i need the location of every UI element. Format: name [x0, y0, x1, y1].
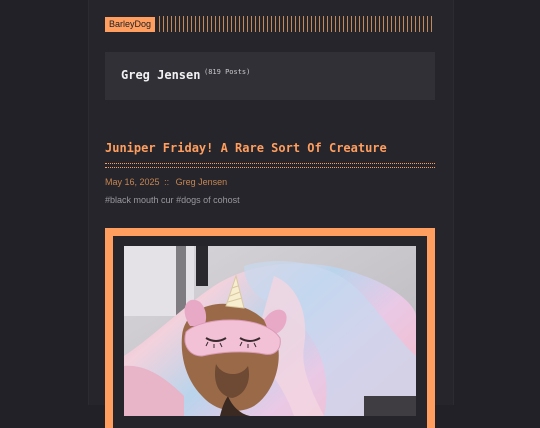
decorative-stripes	[159, 16, 435, 32]
site-header: BarleyDog	[105, 16, 435, 32]
post-tags: #black mouth cur #dogs of cohost	[105, 195, 240, 205]
meta-separator: ::	[164, 177, 170, 187]
dog-photo-icon	[124, 246, 416, 416]
post-meta: May 16, 2025 :: Greg Jensen	[105, 177, 227, 187]
title-divider	[105, 163, 435, 168]
photo-inner-border	[113, 236, 427, 428]
post-date: May 16, 2025	[105, 177, 160, 187]
author-card: Greg Jensen (819 Posts)	[105, 52, 435, 100]
author-name[interactable]: Greg Jensen	[121, 68, 200, 82]
tag-black-mouth-cur[interactable]: #black mouth cur	[105, 195, 174, 205]
tag-dogs-of-cohost[interactable]: #dogs of cohost	[176, 195, 240, 205]
site-name-link[interactable]: BarleyDog	[105, 16, 156, 32]
post-author-link[interactable]: Greg Jensen	[176, 177, 228, 187]
photo-frame	[105, 228, 435, 428]
dog-photo[interactable]	[124, 246, 416, 416]
post-count: (819 Posts)	[204, 68, 251, 76]
post-title[interactable]: Juniper Friday! A Rare Sort Of Creature	[105, 141, 435, 155]
